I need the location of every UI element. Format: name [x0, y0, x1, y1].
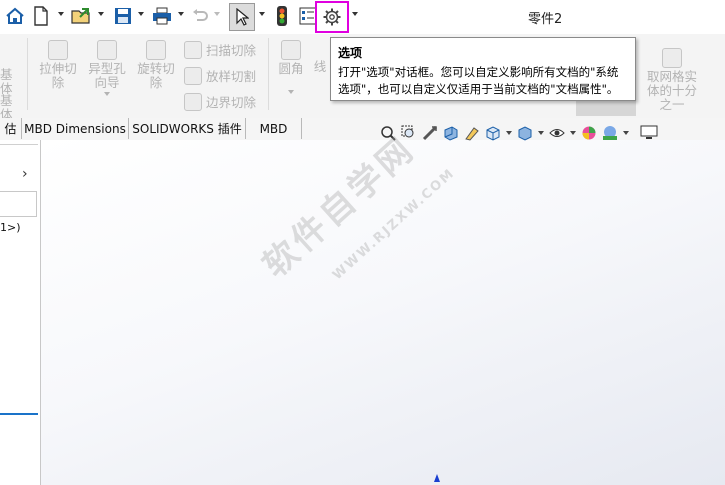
undo-dropdown-icon[interactable]: [214, 12, 220, 16]
open-folder-icon[interactable]: [70, 4, 94, 28]
tooltip-title: 选项: [338, 46, 363, 60]
apply-scene-icon[interactable]: [602, 125, 618, 141]
tooltip-body: 打开"选项"对话框。您可以自定义影响所有文档的"系统选项"，也可以自定义仅适用于…: [338, 65, 619, 96]
options-tooltip: 选项 打开"选项"对话框。您可以自定义影响所有文档的"系统选项"，也可以自定义仅…: [330, 37, 636, 101]
fillet-icon: [281, 40, 301, 60]
mesh-body-icon: [662, 48, 682, 68]
boundary-cut-icon: [184, 92, 202, 111]
dynamic-annotation-icon[interactable]: [464, 125, 480, 141]
quick-access-toolbar: 零件2: [0, 0, 725, 34]
hole-wizard-label: 异型孔 向导: [88, 61, 126, 90]
previous-view-icon[interactable]: [422, 125, 438, 141]
linear-pattern-label: 线: [313, 59, 327, 74]
origin-arrow-icon: [434, 474, 440, 482]
lofted-cut-label: 放样切割: [206, 69, 257, 84]
select-dropdown-icon[interactable]: [259, 12, 265, 16]
hide-show-dropdown-icon[interactable]: [570, 131, 576, 135]
mesh-tenth-button[interactable]: 取网格实 体的十分 之一: [642, 48, 702, 112]
lofted-cut-button[interactable]: 放样切割: [184, 66, 256, 85]
swept-cut-icon: [184, 40, 202, 59]
new-document-icon[interactable]: [32, 4, 50, 28]
fillet-button[interactable]: 圆角: [276, 40, 306, 94]
panel-divider: [0, 144, 38, 145]
ribbon-divider: [27, 38, 28, 110]
traffic-light-icon[interactable]: [274, 4, 290, 28]
window-title: 零件2: [528, 12, 563, 27]
display-style-icon[interactable]: [517, 125, 533, 141]
tree-item-fragment[interactable]: 1>): [0, 221, 21, 234]
panel-accent-line: [0, 413, 38, 415]
filter-input[interactable]: [0, 191, 37, 217]
extruded-cut-button[interactable]: 拉伸切 除: [36, 40, 80, 90]
edit-appearance-icon[interactable]: [581, 125, 597, 141]
view-orientation-icon[interactable]: [485, 125, 501, 141]
mesh-tenth-label: 取网格实 体的十分 之一: [646, 69, 697, 112]
home-icon[interactable]: [4, 4, 26, 28]
revolved-cut-icon: [146, 40, 166, 60]
options-dropdown-icon[interactable]: [352, 12, 358, 16]
undo-icon[interactable]: [190, 4, 210, 28]
boundary-cut-label: 边界切除: [206, 95, 257, 110]
revolved-cut-label: 旋转切 除: [137, 61, 175, 90]
hole-wizard-button[interactable]: 异型孔 向导: [84, 40, 130, 96]
save-icon[interactable]: [112, 4, 134, 28]
extruded-cut-icon: [48, 40, 68, 60]
heads-up-view-toolbar: [380, 122, 658, 144]
ribbon-divider: [268, 38, 269, 110]
display-style-dropdown-icon[interactable]: [538, 131, 544, 135]
view-orientation-dropdown-icon[interactable]: [506, 131, 512, 135]
options-gear-icon[interactable]: [315, 1, 349, 33]
tab-mbd-dimensions[interactable]: MBD Dimensions: [22, 118, 129, 139]
section-view-icon[interactable]: [443, 125, 459, 141]
tab-evaluate[interactable]: 估: [0, 118, 22, 139]
ribbon-left-partial-1: 基体: [0, 67, 13, 96]
view-settings-icon[interactable]: [640, 125, 658, 141]
hole-wizard-icon: [97, 40, 117, 60]
fillet-dropdown-icon[interactable]: [288, 90, 294, 94]
feature-manager-panel: › 1>): [0, 140, 41, 485]
save-dropdown-icon[interactable]: [138, 12, 144, 16]
tab-mbd[interactable]: MBD: [246, 118, 302, 139]
linear-pattern-button[interactable]: 线: [312, 60, 328, 74]
hole-wizard-dropdown-icon[interactable]: [104, 92, 110, 96]
revolved-cut-button[interactable]: 旋转切 除: [134, 40, 178, 90]
swept-cut-button[interactable]: 扫描切除: [184, 40, 256, 59]
new-dropdown-icon[interactable]: [58, 12, 64, 16]
apply-scene-dropdown-icon[interactable]: [623, 131, 629, 135]
swept-cut-label: 扫描切除: [206, 43, 257, 58]
tab-solidworks-addins[interactable]: SOLIDWORKS 插件: [129, 118, 246, 139]
boundary-cut-button[interactable]: 边界切除: [184, 92, 256, 111]
extruded-cut-label: 拉伸切 除: [39, 61, 77, 90]
hide-show-items-icon[interactable]: [549, 125, 565, 141]
chevron-right-icon[interactable]: ›: [22, 166, 28, 182]
select-pointer-icon[interactable]: [229, 3, 255, 31]
open-dropdown-icon[interactable]: [98, 12, 104, 16]
fillet-label: 圆角: [278, 61, 304, 76]
print-dropdown-icon[interactable]: [178, 12, 184, 16]
lofted-cut-icon: [184, 66, 202, 85]
print-icon[interactable]: [150, 4, 174, 28]
